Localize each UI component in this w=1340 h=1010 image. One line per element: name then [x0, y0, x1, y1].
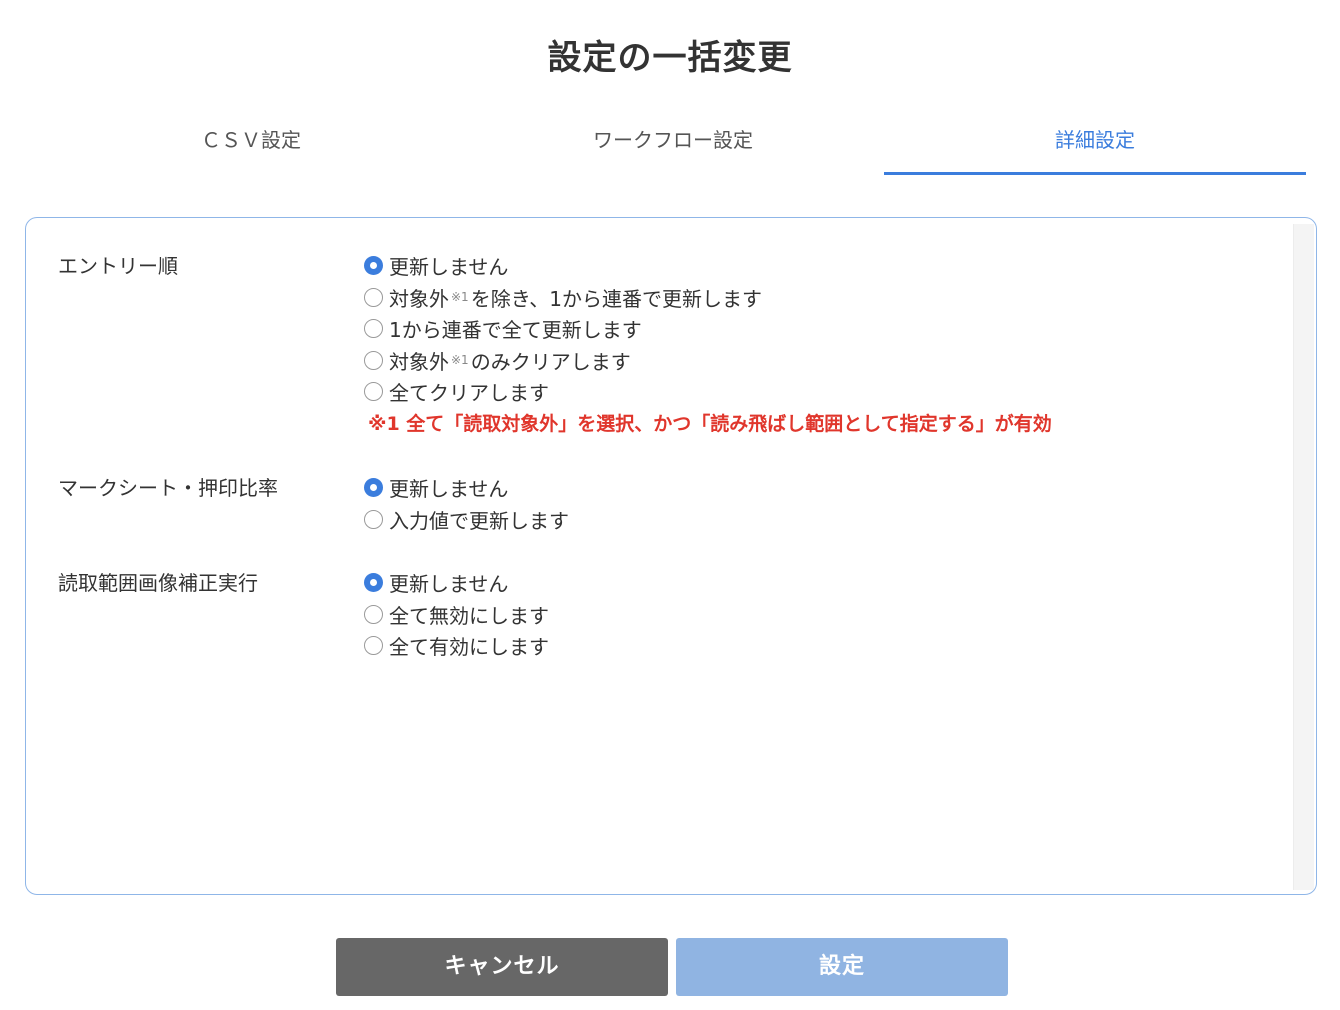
option-label: 全て無効にします: [389, 603, 549, 628]
option-label-post: のみクリアします: [470, 349, 631, 374]
footnote-mark: ※1: [451, 353, 469, 368]
footnote-text: ※1 全て「読取対象外」を選択、かつ「読み飛ばし範囲として指定する」が有効: [368, 412, 1052, 435]
entry-order-option-renumber-all[interactable]: 1から連番で全て更新します: [364, 313, 1052, 345]
panel-scrollbar[interactable]: [1293, 224, 1314, 890]
radio-button-checked[interactable]: [364, 478, 383, 498]
option-label-post: を除き、1から連番で更新します: [470, 286, 763, 311]
entry-order-option-clear-excluded[interactable]: 対象外 ※1 のみクリアします: [364, 345, 1052, 377]
option-label: 1から連番で全て更新します: [389, 318, 642, 343]
option-label-pre: 対象外: [389, 286, 449, 311]
image-correction-option-enable-all[interactable]: 全て有効にします: [364, 630, 549, 662]
image-correction-option-no-update[interactable]: 更新しません: [364, 567, 549, 599]
tab-csv-settings[interactable]: ＣＳＶ設定: [40, 118, 462, 174]
mark-ratio-label: マークシート・押印比率: [58, 476, 278, 500]
tab-detail-settings[interactable]: 詳細設定: [884, 118, 1306, 175]
settings-panel: エントリー順 更新しません 対象外 ※1 を除き、1から連番で更新します 1から…: [25, 217, 1317, 895]
radio-button-checked[interactable]: [364, 256, 383, 276]
option-label-pre: 対象外: [389, 349, 449, 374]
radio-button[interactable]: [364, 636, 383, 656]
radio-button-checked[interactable]: [364, 573, 383, 593]
option-label: 更新しません: [389, 255, 509, 280]
entry-order-options: 更新しません 対象外 ※1 を除き、1から連番で更新します 1から連番で全て更新…: [364, 250, 1052, 440]
page-title: 設定の一括変更: [547, 38, 793, 78]
entry-order-option-clear-all[interactable]: 全てクリアします: [364, 376, 1052, 408]
radio-button[interactable]: [364, 382, 383, 402]
entry-order-group: エントリー順 更新しません 対象外 ※1 を除き、1から連番で更新します 1から…: [26, 250, 1226, 450]
option-label: 全て有効にします: [389, 635, 549, 660]
image-correction-label: 読取範囲画像補正実行: [58, 571, 258, 595]
tab-workflow-settings[interactable]: ワークフロー設定: [462, 118, 884, 174]
entry-order-option-no-update[interactable]: 更新しません: [364, 250, 1052, 282]
radio-button[interactable]: [364, 350, 383, 370]
submit-button[interactable]: 設定: [676, 938, 1008, 996]
image-correction-group: 読取範囲画像補正実行 更新しません 全て無効にします 全て有効にします: [26, 567, 1226, 667]
cancel-button[interactable]: キャンセル: [336, 938, 668, 996]
mark-ratio-option-no-update[interactable]: 更新しません: [364, 472, 569, 504]
tab-bar: ＣＳＶ設定 ワークフロー設定 詳細設定: [40, 118, 1306, 175]
radio-button[interactable]: [364, 604, 383, 624]
option-label: 更新しません: [389, 477, 509, 502]
entry-order-label: エントリー順: [58, 254, 178, 278]
mark-ratio-option-input-value[interactable]: 入力値で更新します: [364, 504, 569, 536]
mark-ratio-options: 更新しません 入力値で更新します: [364, 472, 569, 535]
entry-order-option-renumber-excluding[interactable]: 対象外 ※1 を除き、1から連番で更新します: [364, 282, 1052, 314]
mark-ratio-group: マークシート・押印比率 更新しません 入力値で更新します: [26, 472, 1226, 542]
radio-button[interactable]: [364, 287, 383, 307]
image-correction-options: 更新しません 全て無効にします 全て有効にします: [364, 567, 549, 662]
radio-button[interactable]: [364, 319, 383, 339]
image-correction-option-disable-all[interactable]: 全て無効にします: [364, 599, 549, 631]
option-label: 更新しません: [389, 572, 509, 597]
footnote-mark: ※1: [451, 290, 469, 305]
option-label: 全てクリアします: [389, 381, 549, 406]
radio-button[interactable]: [364, 509, 383, 529]
option-label: 入力値で更新します: [389, 508, 569, 533]
